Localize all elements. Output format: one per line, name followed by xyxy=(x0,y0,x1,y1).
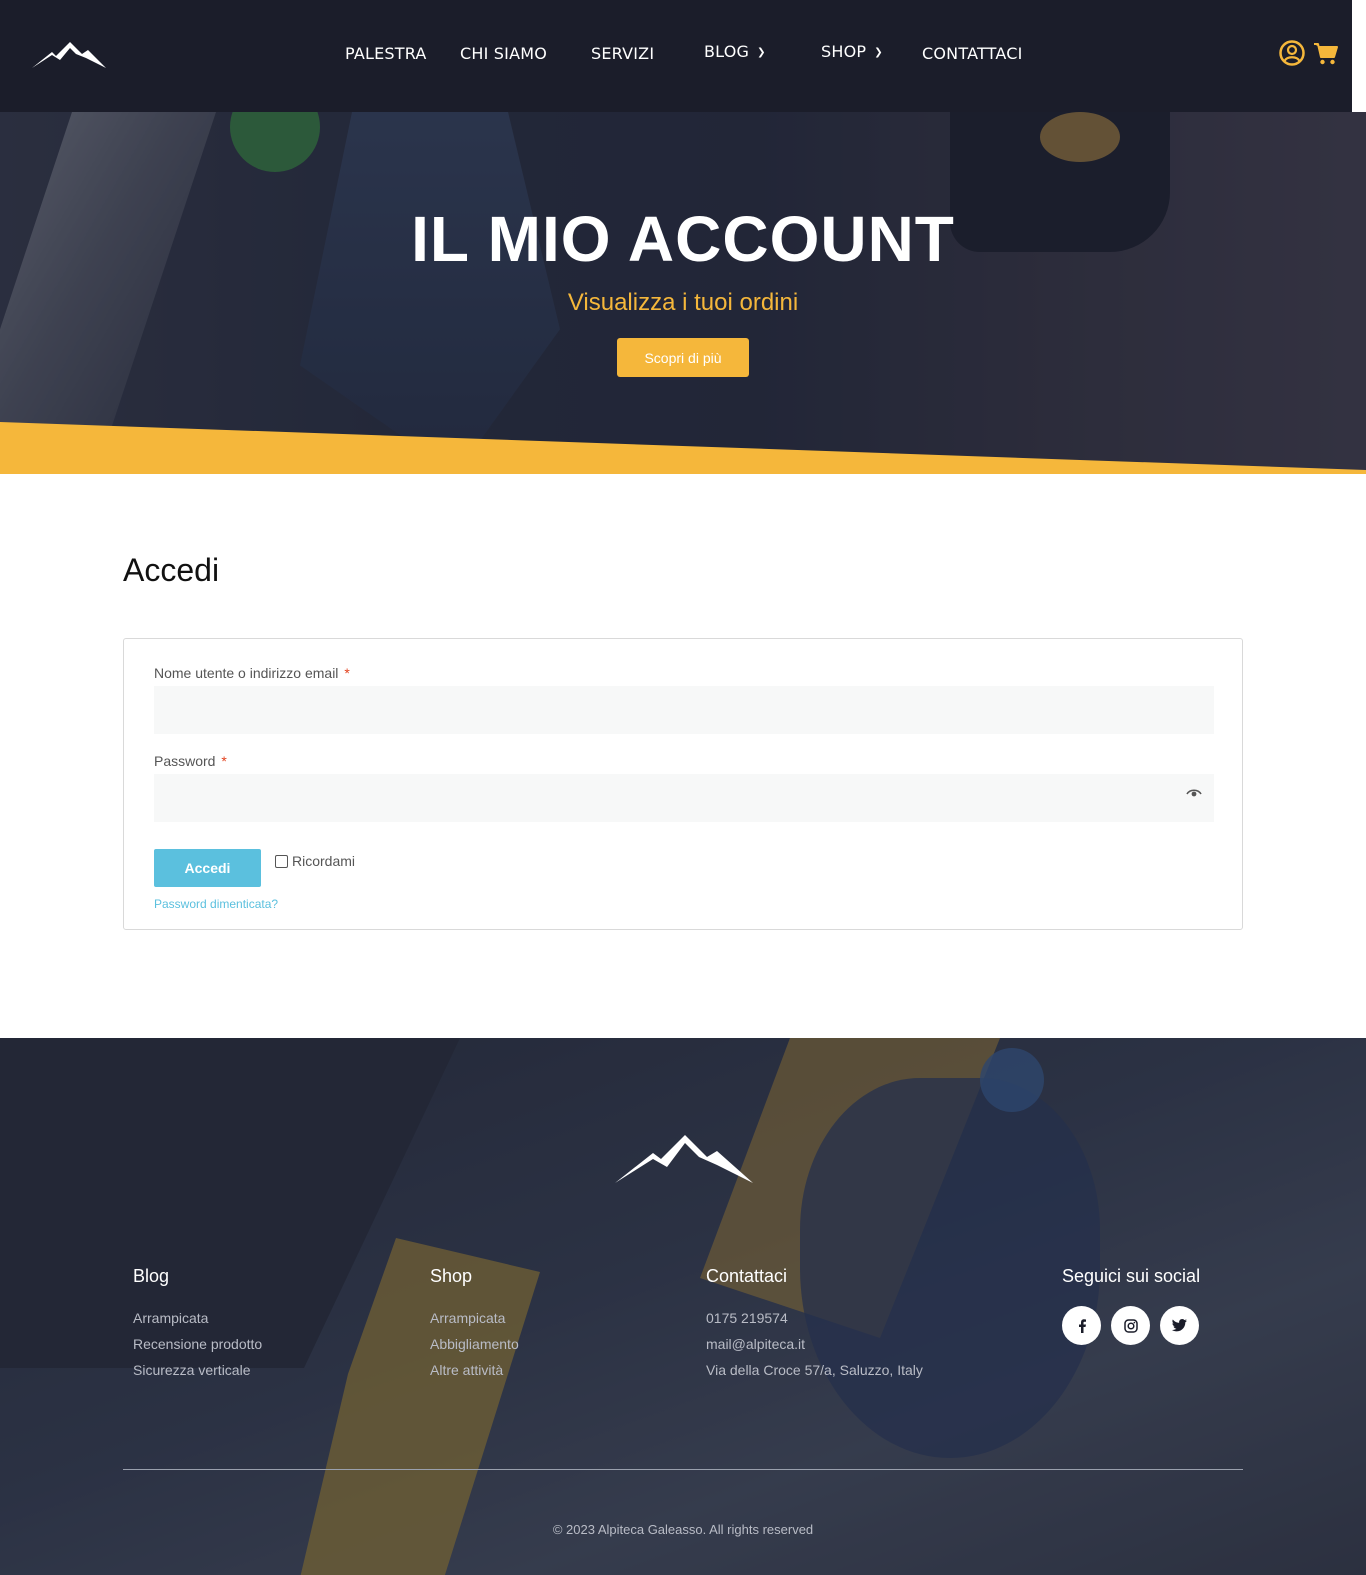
footer-address: Via della Croce 57/a, Saluzzo, Italy xyxy=(706,1362,923,1378)
footer-email[interactable]: mail@alpiteca.it xyxy=(706,1331,923,1357)
nav-chi-siamo[interactable]: CHI SIAMO xyxy=(460,44,547,63)
footer-link[interactable]: Arrampicata xyxy=(430,1305,519,1331)
facebook-icon[interactable] xyxy=(1062,1306,1101,1345)
username-label: Nome utente o indirizzo email * xyxy=(154,665,350,681)
footer-contact-column: Contattaci 0175 219574 mail@alpiteca.it … xyxy=(706,1266,923,1383)
chevron-down-icon: ❯ xyxy=(874,47,883,58)
footer-shop-column: Shop Arrampicata Abbigliamento Altre att… xyxy=(430,1266,519,1383)
nav-label: BLOG xyxy=(704,42,750,61)
footer-column-title: Contattaci xyxy=(706,1266,788,1286)
account-icon[interactable] xyxy=(1278,39,1306,67)
login-form: Nome utente o indirizzo email * Password… xyxy=(123,638,1243,930)
nav-label: CONTATTACI xyxy=(922,44,1023,63)
mountain-logo[interactable] xyxy=(30,40,106,70)
footer-link[interactable]: Sicurezza verticale xyxy=(133,1357,262,1383)
nav-label: CHI SIAMO xyxy=(460,44,548,63)
footer-column-title: Blog xyxy=(133,1266,170,1286)
footer-link[interactable]: Altre attività xyxy=(430,1357,519,1383)
nav-label: SHOP xyxy=(821,42,867,61)
password-label: Password * xyxy=(154,753,227,769)
forgot-password-link[interactable]: Password dimenticata? xyxy=(154,897,278,911)
username-input[interactable] xyxy=(154,686,1214,734)
chevron-down-icon: ❯ xyxy=(757,47,766,58)
site-header: PALESTRA CHI SIAMO SERVIZI BLOG ❯ SHOP ❯ C… xyxy=(0,0,1352,112)
social-links xyxy=(1062,1306,1199,1345)
nav-label: SERVIZI xyxy=(591,44,655,63)
site-footer: Blog Arrampicata Recensione prodotto Sic… xyxy=(0,1038,1366,1575)
footer-column-title: Shop xyxy=(430,1266,473,1286)
nav-label: PALESTRA xyxy=(345,44,427,63)
copyright-text: © 2023 Alpiteca Galeasso. All rights res… xyxy=(552,1522,814,1537)
instagram-icon[interactable] xyxy=(1111,1306,1150,1345)
footer-link[interactable]: Recensione prodotto xyxy=(133,1331,262,1357)
username-label-text: Nome utente o indirizzo email xyxy=(154,665,339,681)
nav-palestra[interactable]: PALESTRA xyxy=(345,44,427,63)
header-edge xyxy=(1352,0,1366,112)
password-label-text: Password xyxy=(154,753,216,769)
footer-social-column: Seguici sui social xyxy=(1062,1266,1200,1305)
footer-phone[interactable]: 0175 219574 xyxy=(706,1305,923,1331)
footer-link[interactable]: Arrampicata xyxy=(133,1305,262,1331)
remember-label: Ricordami xyxy=(292,853,356,869)
remember-checkbox[interactable] xyxy=(275,854,288,868)
required-mark: * xyxy=(344,665,350,681)
footer-blog-column: Blog Arrampicata Recensione prodotto Sic… xyxy=(133,1266,262,1383)
remember-me[interactable]: Ricordami xyxy=(275,853,355,869)
nav-servizi[interactable]: SERVIZI xyxy=(591,44,654,63)
password-input[interactable] xyxy=(154,774,1214,822)
nav-blog[interactable]: BLOG ❯ xyxy=(704,42,766,61)
nav-shop[interactable]: SHOP ❯ xyxy=(821,42,883,61)
footer-link[interactable]: Abbigliamento xyxy=(430,1331,519,1357)
required-mark: * xyxy=(221,753,227,769)
show-password-icon[interactable] xyxy=(1184,786,1204,800)
footer-divider xyxy=(123,1469,1243,1470)
hero-yellow-wedge xyxy=(0,422,1366,474)
mountain-logo[interactable] xyxy=(613,1133,753,1185)
twitter-icon[interactable] xyxy=(1160,1306,1199,1345)
login-title: Accedi xyxy=(123,552,220,588)
cart-icon[interactable] xyxy=(1312,39,1340,67)
login-submit-button[interactable]: Accedi xyxy=(154,849,261,887)
nav-contattaci[interactable]: CONTATTACI xyxy=(922,44,1023,63)
hero-banner: IL MIO ACCOUNT Visualizza i tuoi ordini … xyxy=(0,112,1366,474)
footer-column-title: Seguici sui social xyxy=(1062,1266,1201,1286)
